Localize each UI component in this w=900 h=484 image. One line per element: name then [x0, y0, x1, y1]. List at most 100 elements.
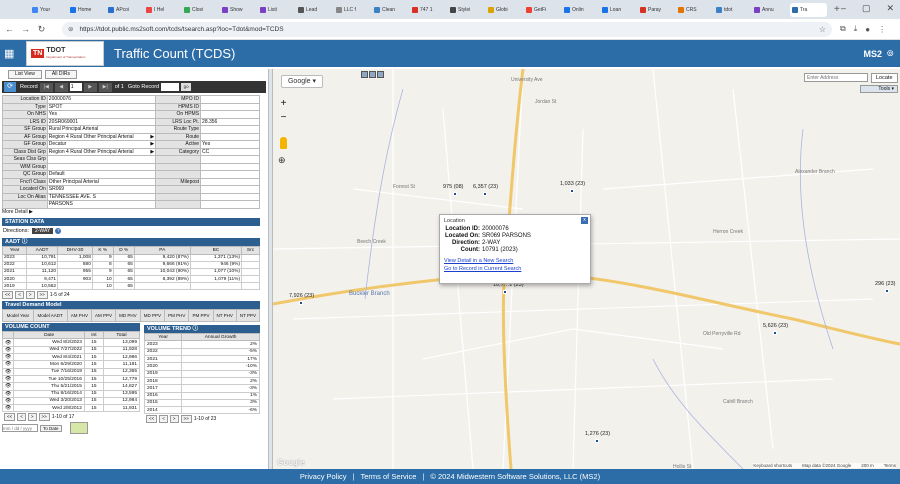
- view-count-eye-icon[interactable]: 👁: [1, 345, 15, 355]
- vt-first-page[interactable]: <<: [146, 414, 158, 423]
- browser-tab[interactable]: Show: [220, 3, 257, 17]
- back-icon[interactable]: ←: [3, 24, 16, 34]
- count-station-marker[interactable]: [773, 331, 777, 335]
- view-count-eye-icon[interactable]: 👁: [1, 374, 15, 384]
- column-header[interactable]: AM PPV: [91, 309, 117, 323]
- view-count-eye-icon[interactable]: 👁: [1, 360, 15, 369]
- browser-tab[interactable]: tdot: [714, 3, 751, 17]
- browser-tab[interactable]: I Hel: [144, 3, 181, 17]
- column-header[interactable]: Annual Growth: [181, 333, 260, 342]
- view-count-eye-icon[interactable]: 👁: [1, 338, 15, 347]
- view-detail-link[interactable]: View Detail in a New Search: [440, 257, 590, 265]
- browser-tab[interactable]: Stylei: [448, 3, 485, 17]
- privacy-policy-link[interactable]: Privacy Policy: [300, 472, 347, 481]
- browser-tab[interactable]: CRS: [676, 3, 713, 17]
- column-header[interactable]: NT PPV: [235, 309, 261, 323]
- last-record-button[interactable]: ▶|: [98, 82, 112, 92]
- map-type-select[interactable]: Google ▾: [281, 75, 323, 88]
- address-input[interactable]: [804, 73, 868, 82]
- date-input[interactable]: [2, 424, 38, 433]
- column-header[interactable]: Total: [102, 331, 141, 340]
- table-row[interactable]: 👁 Tue 7/16/2019 15 12,365: [1, 367, 141, 376]
- close-icon[interactable]: ✕: [886, 3, 894, 14]
- column-header[interactable]: PM PHV: [164, 309, 190, 323]
- column-header[interactable]: Int: [83, 331, 104, 340]
- popup-close-icon[interactable]: x: [581, 217, 588, 224]
- column-header[interactable]: MD PHV: [115, 309, 141, 323]
- count-station-marker[interactable]: [453, 192, 457, 196]
- tab-list-view[interactable]: List View: [8, 70, 42, 79]
- vt-prev-page[interactable]: <: [159, 414, 168, 423]
- browser-tab[interactable]: Loan: [600, 3, 637, 17]
- expand-arrow-icon[interactable]: ▶: [150, 134, 154, 140]
- column-header[interactable]: Model Year: [2, 309, 34, 323]
- table-row[interactable]: 👁 Wed 8/2/2023 15 13,099: [1, 338, 141, 347]
- table-row[interactable]: 👁 Thu 8/16/2014 15 13,595: [1, 389, 141, 398]
- record-number-input[interactable]: [69, 83, 82, 91]
- address-bar[interactable]: ⊜ https://tdot.public.ms2soft.com/tcds/t…: [62, 21, 832, 37]
- column-header[interactable]: Src: [241, 245, 260, 255]
- count-station-marker[interactable]: [570, 189, 574, 193]
- table-row[interactable]: 👁 Wed 8/4/2021 15 12,986: [1, 353, 141, 362]
- go-to-record-link[interactable]: Go to Record in Current Search: [440, 265, 590, 273]
- column-header[interactable]: Year: [1, 245, 28, 255]
- keyboard-shortcuts-link[interactable]: Keyboard shortcuts: [753, 463, 792, 468]
- bookmark-star-icon[interactable]: ☆: [819, 25, 826, 34]
- browser-tab[interactable]: Home: [68, 3, 105, 17]
- view-count-eye-icon[interactable]: 👁: [1, 353, 15, 362]
- column-header[interactable]: NT PHV: [212, 309, 237, 323]
- table-row[interactable]: 2022 10,612 880 8 65 9,666 (91%) 946 (9%): [1, 260, 260, 269]
- column-header[interactable]: [1, 331, 15, 340]
- select-tool-icon[interactable]: [361, 71, 368, 78]
- browser-tab[interactable]: APcoi: [106, 3, 143, 17]
- aadt-next-page[interactable]: >: [25, 290, 35, 299]
- site-info-icon[interactable]: ⊜: [68, 25, 73, 33]
- goto-record-input[interactable]: [161, 83, 180, 91]
- tdot-logo[interactable]: TN TDOT Department of Transportation: [26, 41, 104, 66]
- browser-tab[interactable]: Tra: [790, 2, 827, 17]
- table-row[interactable]: 👁 Mon 6/29/2020 15 11,181: [1, 360, 141, 369]
- user-icon[interactable]: ⊚: [886, 48, 894, 59]
- forward-icon[interactable]: →: [19, 24, 32, 34]
- count-station-marker[interactable]: [299, 301, 303, 305]
- browser-tab[interactable]: Annu: [752, 3, 789, 17]
- column-header[interactable]: PM PPV: [188, 309, 214, 323]
- polygon-tool-icon[interactable]: [369, 71, 376, 78]
- aadt-last-page[interactable]: >>: [36, 290, 48, 299]
- tab-all-dirs[interactable]: All DIRs: [44, 70, 77, 79]
- browser-tab[interactable]: Your: [30, 3, 67, 17]
- aadt-prev-page[interactable]: <: [15, 290, 24, 299]
- prev-record-button[interactable]: ◀: [54, 82, 68, 92]
- browser-tab[interactable]: GetFi: [524, 3, 561, 17]
- minimize-icon[interactable]: –: [841, 3, 846, 14]
- column-header[interactable]: AM PHV: [66, 309, 93, 323]
- more-detail-link[interactable]: More Detail ▶: [0, 209, 268, 216]
- menu-icon[interactable]: ⋮: [878, 25, 886, 34]
- aadt-help-icon[interactable]: ⓘ: [22, 239, 28, 245]
- browser-tab[interactable]: Globi: [486, 3, 523, 17]
- view-count-eye-icon[interactable]: 👁: [1, 396, 15, 406]
- count-station-marker[interactable]: [595, 439, 599, 443]
- table-row[interactable]: 👁 Wed 3/20/2013 15 12,984: [1, 396, 141, 406]
- count-station-marker[interactable]: [885, 289, 889, 293]
- column-header[interactable]: BC: [189, 245, 243, 255]
- download-icon[interactable]: ⤓: [854, 24, 858, 34]
- table-row[interactable]: 2019 10,562 10 65: [1, 282, 260, 291]
- vc-prev-page[interactable]: <: [17, 412, 26, 421]
- extensions-icon[interactable]: ⧉: [840, 24, 846, 34]
- vt-last-page[interactable]: >>: [180, 414, 192, 423]
- column-header[interactable]: PA: [133, 245, 191, 255]
- column-header[interactable]: Date: [13, 331, 85, 340]
- browser-tab[interactable]: Lead: [296, 3, 333, 17]
- view-count-eye-icon[interactable]: 👁: [1, 382, 15, 391]
- browser-tab[interactable]: Closi: [182, 3, 219, 17]
- app-grid-icon[interactable]: ▦: [4, 47, 18, 60]
- view-count-eye-icon[interactable]: 👁: [1, 404, 15, 413]
- chart-thumbnail-icon[interactable]: [69, 422, 88, 435]
- browser-tab[interactable]: Listi: [258, 3, 295, 17]
- browser-tab[interactable]: 747 1: [410, 3, 447, 17]
- browser-tab[interactable]: Clean: [372, 3, 409, 17]
- table-row[interactable]: 2020 9,471 903 10 65 8,392 (89%) 1,079 (11%): [1, 275, 260, 284]
- vt-next-page[interactable]: >: [169, 414, 179, 423]
- browser-tab[interactable]: Paray: [638, 3, 675, 17]
